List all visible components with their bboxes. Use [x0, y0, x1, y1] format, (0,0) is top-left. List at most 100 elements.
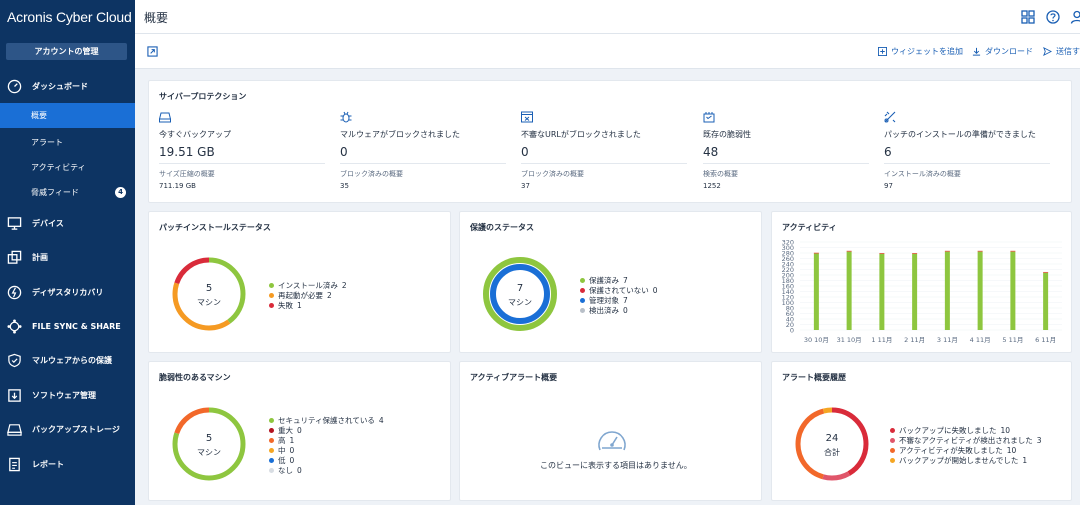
sidebar-item-label: レポート [32, 459, 64, 469]
activity-bar [944, 251, 950, 330]
legend-dot [269, 437, 274, 443]
stat-vulnerabilities: 既存の脆弱性 48 検索の概要 1252 [703, 111, 873, 191]
legend-item: バックアップに失敗しました 10 [890, 425, 1042, 435]
sidebar-subitem-label: アクティビティ [31, 163, 86, 172]
add-widget-label: ウィジェットを追加 [891, 47, 963, 56]
download-icon [972, 47, 981, 56]
widget-title: パッチインストールステータス [159, 223, 271, 232]
widget-title: アラート概要履歴 [782, 373, 846, 382]
download-button[interactable]: ダウンロード [972, 46, 1033, 57]
sidebar-item-label: ダッシュボード [32, 81, 88, 91]
legend-count: 1 [297, 300, 302, 310]
sidebar: Acronis Cyber Cloud アカウントの管理 ダッシュボード 概要 … [0, 0, 135, 505]
legend-item: 重大 0 [269, 425, 384, 435]
sidebar-subitem-alerts[interactable]: アラート [0, 130, 135, 155]
donut-unit: マシン [197, 448, 221, 457]
bug-icon [340, 111, 352, 123]
x-tick-label: 6 11月 [1035, 336, 1056, 344]
activity-bar [846, 251, 852, 330]
sidebar-item-devices[interactable]: デバイス [0, 213, 135, 233]
sidebar-item-software-management[interactable]: ソフトウェア管理 [0, 385, 135, 405]
legend-label: なし [278, 465, 293, 475]
x-tick-label: 3 11月 [937, 336, 958, 344]
plans-icon [6, 249, 22, 265]
stat-sub-value: 1252 [703, 182, 721, 190]
widget-title: 脆弱性のあるマシン [159, 373, 231, 382]
account-management-button[interactable]: アカウントの管理 [6, 43, 127, 60]
sidebar-subitem-activities[interactable]: アクティビティ [0, 155, 135, 180]
add-widget-button[interactable]: ウィジェットを追加 [878, 46, 963, 57]
page-title: 概要 [144, 11, 169, 25]
donut-center: 5 マシン [189, 433, 229, 458]
sidebar-item-plans[interactable]: 計画 [0, 247, 135, 267]
disaster-recovery-icon [6, 284, 22, 300]
legend-item: 検出済み 0 [580, 305, 658, 315]
patch-status-legend: インストール済み 2 再起動が必要 2 失敗 1 [269, 280, 347, 310]
stat-sub-value: 35 [340, 182, 349, 190]
activity-bar [977, 251, 983, 330]
legend-label: バックアップが開始しませんでした [899, 455, 1019, 465]
legend-item: 低0 [269, 455, 384, 465]
legend-item: バックアップが開始しませんでした 1 [890, 455, 1042, 465]
legend-dot [580, 287, 585, 293]
sidebar-item-file-sync[interactable]: FILE SYNC & SHARE [0, 316, 135, 336]
donut-unit: マシン [197, 298, 221, 307]
widget-title: アクティビティ [782, 223, 837, 232]
sidebar-subitem-overview[interactable]: 概要 [0, 103, 135, 128]
activity-bar [1010, 250, 1016, 252]
stat-sub-value: 97 [884, 182, 893, 190]
legend-count: 2 [327, 290, 332, 300]
sidebar-item-malware-protection[interactable]: マルウェアからの保護 [0, 350, 135, 370]
plus-square-icon [878, 47, 887, 56]
send-button[interactable]: 送信す [1043, 46, 1080, 57]
stat-sub-label: ブロック済みの概要 [340, 170, 403, 178]
legend-item: 中0 [269, 445, 384, 455]
help-icon[interactable] [1046, 10, 1060, 24]
sidebar-item-disaster-recovery[interactable]: ディザスタリカバリ [0, 282, 135, 302]
url-block-icon [521, 111, 533, 123]
sidebar-subitem-threat-feed[interactable]: 脅威フィード 4 [0, 180, 135, 205]
legend-count: 0 [297, 425, 302, 435]
stat-value: 48 [703, 145, 719, 159]
sidebar-item-label: ソフトウェア管理 [32, 390, 96, 400]
legend-item: 不審なアクティビティが検出されました 3 [890, 435, 1042, 445]
legend-item: セキュリティ保護されている 4 [269, 415, 384, 425]
legend-item: 保護済み 7 [580, 275, 658, 285]
user-icon[interactable] [1070, 10, 1080, 24]
sidebar-item-label: ディザスタリカバリ [32, 287, 104, 297]
sidebar-item-label: バックアップストレージ [32, 424, 120, 434]
activity-bar [1043, 271, 1049, 273]
gauge-icon [6, 78, 22, 94]
sidebar-item-backup-storage[interactable]: バックアップストレージ [0, 419, 135, 439]
legend-item: アクティビティが失敗しました 10 [890, 445, 1042, 455]
stat-sub-label: サイズ圧縮の概要 [159, 170, 215, 178]
stat-label: パッチのインストールの準備ができました [884, 130, 1036, 139]
legend-dot [269, 447, 274, 453]
grid-apps-icon[interactable] [1021, 10, 1035, 24]
stat-label: 不審なURLがブロックされました [521, 130, 641, 139]
divider [340, 163, 506, 164]
legend-dot [269, 292, 274, 298]
dashboard-toolbar: ウィジェットを追加 ダウンロード 送信す [135, 34, 1080, 69]
y-tick-label: 320 [782, 238, 794, 246]
x-tick-label: 30 10月 [804, 336, 829, 344]
stat-sub-value: 711.19 GB [159, 182, 196, 190]
stat-url-blocked: 不審なURLがブロックされました 0 ブロック済みの概要 37 [521, 111, 691, 191]
legend-count: 7 [623, 295, 628, 305]
legend-dot [269, 427, 274, 433]
legend-count: 10 [1006, 445, 1017, 455]
sidebar-item-dashboard[interactable]: ダッシュボード [0, 76, 135, 96]
stat-value: 6 [884, 145, 892, 159]
legend-dot [890, 427, 895, 433]
vulnerable-legend: セキュリティ保護されている 4 重大 0 高1 中0 低0 なし 0 [269, 415, 384, 475]
stat-patches: パッチのインストールの準備ができました 6 インストール済みの概要 97 [884, 111, 1054, 191]
widget-title: 保護のステータス [470, 223, 534, 232]
legend-item: 失敗 1 [269, 300, 347, 310]
fullscreen-icon[interactable] [147, 46, 158, 57]
legend-item: 管理対象 7 [580, 295, 658, 305]
backup-drive-icon [159, 112, 171, 123]
legend-count: 4 [378, 415, 384, 425]
sidebar-item-reports[interactable]: レポート [0, 454, 135, 474]
monitor-icon [6, 215, 22, 231]
sidebar-item-label: デバイス [32, 218, 64, 228]
